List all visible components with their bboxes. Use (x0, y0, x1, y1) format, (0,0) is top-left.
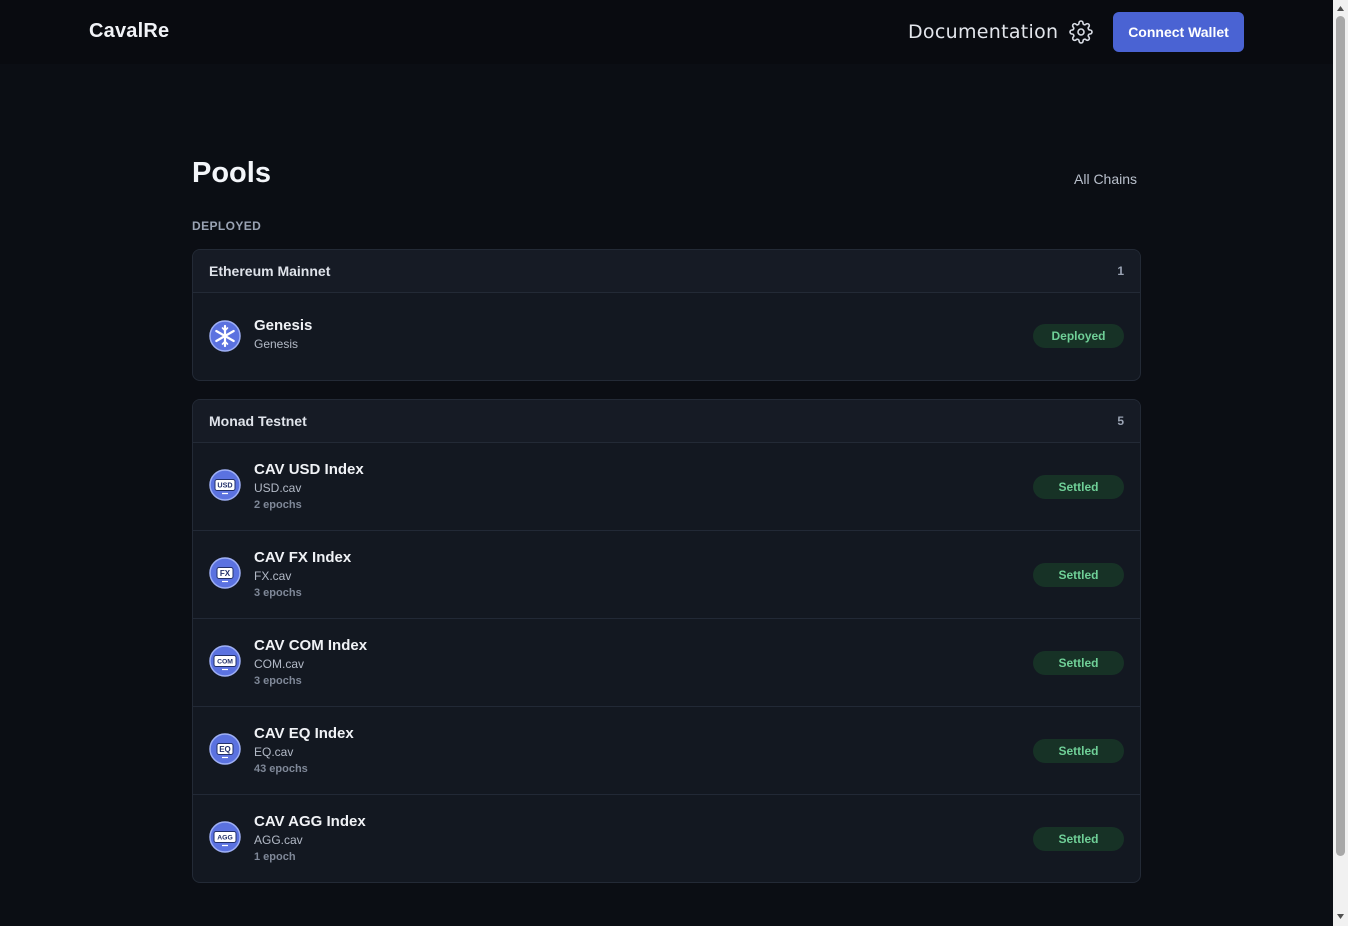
eq-coin-label: EQ (219, 745, 231, 754)
status-badge: Settled (1033, 739, 1124, 763)
pool-symbol: COM.cav (254, 657, 305, 671)
pool-info: CAV AGG Index AGG.cav 1 epoch (254, 813, 366, 865)
pool-symbol: FX.cav (254, 569, 292, 583)
pool-name: CAV FX Index (254, 549, 352, 566)
com-coin-icon: COM (209, 645, 241, 677)
com-coin-label: COM (217, 659, 233, 666)
top-navigation-bar: CavalRe Documentation Connect Wallet (0, 0, 1333, 64)
eq-coin-icon: EQ (209, 733, 241, 765)
snowflake-icon (209, 320, 241, 352)
pool-symbol: AGG.cav (254, 833, 303, 847)
status-badge: Settled (1033, 827, 1124, 851)
chain-filter-dropdown[interactable]: All Chains (1074, 171, 1137, 187)
pool-name: CAV USD Index (254, 461, 364, 478)
pool-info: CAV USD Index USD.cav 2 epochs (254, 461, 364, 513)
pool-info: CAV FX Index FX.cav 3 epochs (254, 549, 351, 601)
pool-name: CAV COM Index (254, 637, 368, 654)
pool-symbol: Genesis (254, 337, 299, 351)
chain-group-header: Ethereum Mainnet 1 (193, 250, 1140, 293)
pool-row-com[interactable]: COM CAV COM Index COM.cav 3 epochs Settl… (193, 619, 1140, 707)
pool-epochs: 1 epoch (254, 851, 296, 863)
pool-count: 5 (1117, 414, 1124, 428)
connect-wallet-button[interactable]: Connect Wallet (1113, 12, 1244, 52)
agg-coin-label: AGG (217, 835, 232, 842)
chain-group-monad-testnet: Monad Testnet 5 USD CAV USD Index USD.ca… (192, 399, 1141, 883)
fx-coin-icon: FX (209, 557, 241, 589)
scroll-down-arrow-icon[interactable] (1336, 912, 1345, 921)
pool-count: 1 (1117, 264, 1124, 278)
pool-epochs: 2 epochs (254, 499, 302, 511)
scrollbar-thumb[interactable] (1336, 16, 1345, 856)
documentation-link[interactable]: Documentation (908, 21, 1058, 43)
pool-name: CAV AGG Index (254, 813, 366, 830)
pool-epochs: 3 epochs (254, 587, 302, 599)
usd-coin-label: USD (217, 481, 232, 490)
pool-info: CAV EQ Index EQ.cav 43 epochs (254, 725, 354, 777)
pool-info: CAV COM Index COM.cav 3 epochs (254, 637, 367, 689)
pool-symbol: EQ.cav (254, 745, 294, 759)
status-badge: Settled (1033, 475, 1124, 499)
gear-icon[interactable] (1069, 20, 1093, 44)
status-badge: Settled (1033, 563, 1124, 587)
status-badge: Deployed (1033, 324, 1124, 348)
chain-name: Ethereum Mainnet (209, 263, 331, 279)
pool-row-agg[interactable]: AGG CAV AGG Index AGG.cav 1 epoch Settle… (193, 795, 1140, 882)
agg-coin-icon: AGG (209, 821, 241, 853)
app-viewport: CavalRe Documentation Connect Wallet Poo… (0, 0, 1333, 926)
fx-coin-label: FX (220, 569, 231, 578)
pool-row-fx[interactable]: FX CAV FX Index FX.cav 3 epochs Settled (193, 531, 1140, 619)
pool-info: Genesis Genesis (254, 317, 312, 353)
pool-symbol: USD.cav (254, 481, 302, 495)
pool-epochs: 43 epochs (254, 763, 308, 775)
deployed-section-label: DEPLOYED (192, 219, 262, 233)
pool-epochs: 3 epochs (254, 675, 302, 687)
pool-row-genesis[interactable]: Genesis Genesis Deployed (193, 293, 1140, 380)
brand-logo[interactable]: CavalRe (89, 20, 169, 43)
chain-group-ethereum-mainnet: Ethereum Mainnet 1 Genesis Genesis Deplo… (192, 249, 1141, 381)
pool-row-eq[interactable]: EQ CAV EQ Index EQ.cav 43 epochs Settled (193, 707, 1140, 795)
status-badge: Settled (1033, 651, 1124, 675)
chain-group-header: Monad Testnet 5 (193, 400, 1140, 443)
pool-name: CAV EQ Index (254, 725, 354, 742)
chain-name: Monad Testnet (209, 413, 307, 429)
pool-name: Genesis (254, 317, 313, 334)
page-title: Pools (192, 157, 271, 189)
scroll-up-arrow-icon[interactable] (1336, 4, 1345, 13)
usd-coin-icon: USD (209, 469, 241, 501)
pool-row-usd[interactable]: USD CAV USD Index USD.cav 2 epochs Settl… (193, 443, 1140, 531)
